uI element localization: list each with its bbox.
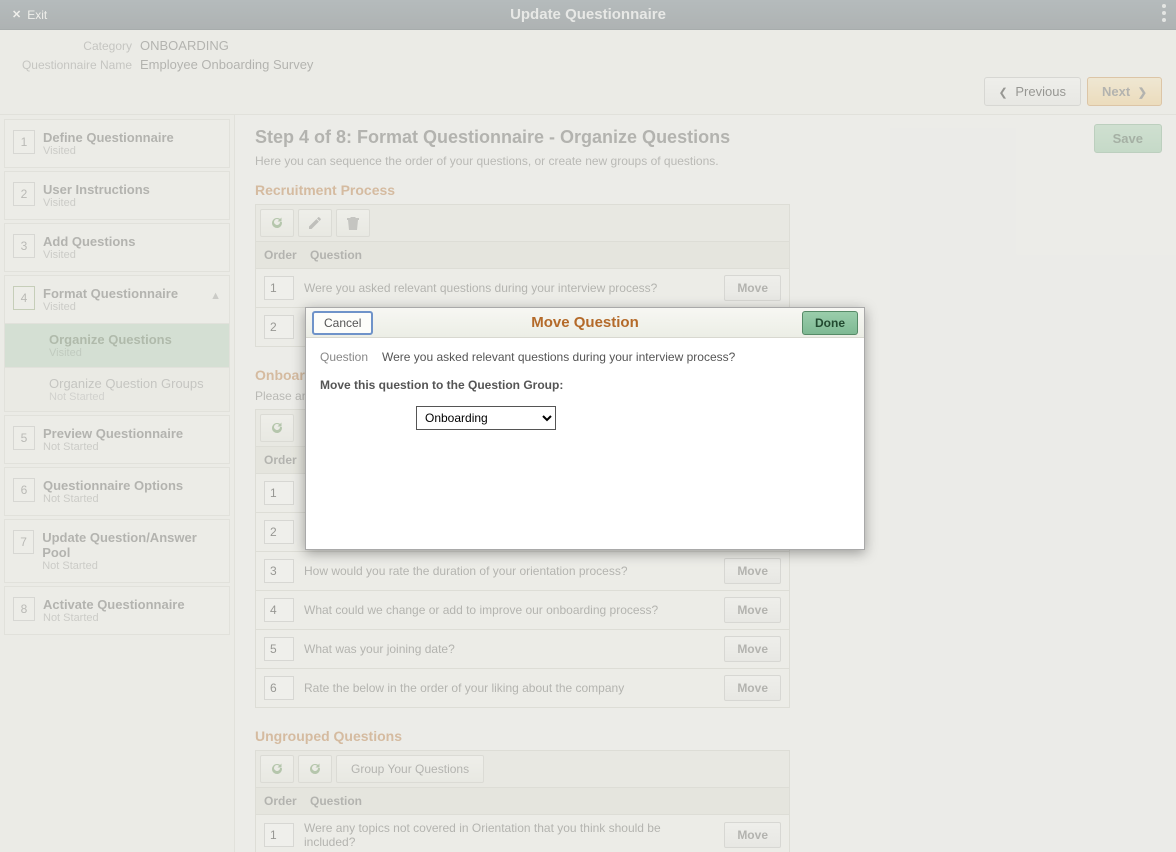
done-button[interactable]: Done: [802, 311, 858, 335]
question-group-select[interactable]: Onboarding: [416, 406, 556, 430]
dialog-move-prompt: Move this question to the Question Group…: [320, 378, 563, 392]
move-question-dialog: Cancel Move Question Done Question Were …: [305, 307, 865, 550]
dialog-question-text: Were you asked relevant questions during…: [382, 350, 735, 364]
dialog-question-label: Question: [320, 350, 378, 364]
cancel-button[interactable]: Cancel: [312, 311, 373, 335]
dialog-title: Move Question: [306, 314, 864, 331]
